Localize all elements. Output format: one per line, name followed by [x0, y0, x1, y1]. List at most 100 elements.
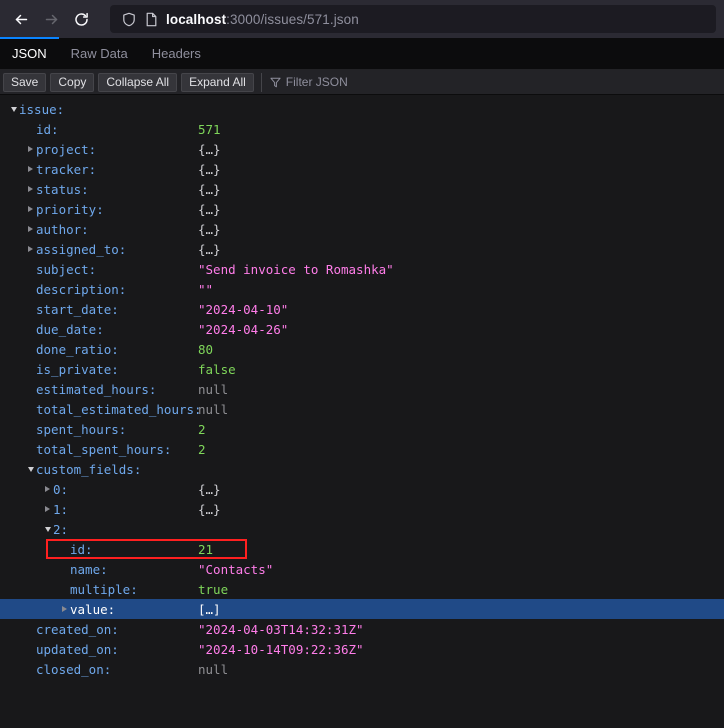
- json-row[interactable]: closed_on:null: [0, 659, 724, 679]
- json-key: start_date:: [36, 302, 119, 317]
- json-value: {…}: [198, 142, 221, 157]
- json-key: author:: [36, 222, 89, 237]
- json-toolbar: Save Copy Collapse All Expand All Filter…: [0, 70, 724, 95]
- json-row[interactable]: status:{…}: [0, 179, 724, 199]
- json-row[interactable]: created_on:"2024-04-03T14:32:31Z": [0, 619, 724, 639]
- json-row[interactable]: custom_fields:: [0, 459, 724, 479]
- json-value: "2024-04-03T14:32:31Z": [198, 622, 364, 637]
- json-key: subject:: [36, 262, 96, 277]
- json-row[interactable]: issue:: [0, 99, 724, 119]
- json-value: {…}: [198, 222, 221, 237]
- json-key: done_ratio:: [36, 342, 119, 357]
- json-row[interactable]: project:{…}: [0, 139, 724, 159]
- json-key: multiple:: [70, 582, 138, 597]
- json-key: id:: [70, 542, 93, 557]
- collapse-all-button-label: Collapse All: [106, 75, 169, 89]
- json-row[interactable]: updated_on:"2024-10-14T09:22:36Z": [0, 639, 724, 659]
- json-key: priority:: [36, 202, 104, 217]
- chevron-down-icon[interactable]: [25, 459, 36, 479]
- json-row[interactable]: value:[…]: [0, 599, 724, 619]
- tab-headers[interactable]: Headers: [140, 38, 213, 69]
- page-document-icon[interactable]: [140, 8, 162, 30]
- chevron-right-icon[interactable]: [42, 499, 53, 519]
- collapse-all-button[interactable]: Collapse All: [98, 73, 177, 92]
- json-row[interactable]: id:571: [0, 119, 724, 139]
- json-row[interactable]: description:"": [0, 279, 724, 299]
- json-row[interactable]: 0:{…}: [0, 479, 724, 499]
- chevron-right-icon[interactable]: [25, 219, 36, 239]
- json-key: due_date:: [36, 322, 104, 337]
- twisty-spacer: [25, 639, 36, 659]
- json-row[interactable]: 2:: [0, 519, 724, 539]
- filter-json-placeholder: Filter JSON: [286, 75, 348, 89]
- chevron-right-icon[interactable]: [59, 599, 70, 619]
- json-row[interactable]: id:21: [0, 539, 724, 559]
- json-key: name:: [70, 562, 108, 577]
- json-row[interactable]: start_date:"2024-04-10": [0, 299, 724, 319]
- chevron-down-icon[interactable]: [42, 519, 53, 539]
- save-button[interactable]: Save: [3, 73, 46, 92]
- tab-headers-label: Headers: [152, 46, 201, 61]
- chevron-right-icon[interactable]: [25, 159, 36, 179]
- json-row[interactable]: author: {…}: [0, 219, 724, 239]
- json-row[interactable]: total_estimated_hours:null: [0, 399, 724, 419]
- json-row[interactable]: 1:{…}: [0, 499, 724, 519]
- json-value: 2: [198, 422, 206, 437]
- json-key: description:: [36, 282, 126, 297]
- json-key: 1:: [53, 502, 68, 517]
- json-row[interactable]: spent_hours:2: [0, 419, 724, 439]
- json-row[interactable]: name: "Contacts": [0, 559, 724, 579]
- twisty-spacer: [25, 439, 36, 459]
- json-row[interactable]: multiple:true: [0, 579, 724, 599]
- json-row[interactable]: estimated_hours:null: [0, 379, 724, 399]
- twisty-spacer: [59, 579, 70, 599]
- json-value: "Contacts": [198, 562, 273, 577]
- json-viewer-tabs: JSON Raw Data Headers: [0, 38, 724, 70]
- back-button[interactable]: [6, 4, 36, 34]
- save-button-label: Save: [11, 75, 38, 89]
- expand-all-button-label: Expand All: [189, 75, 246, 89]
- expand-all-button[interactable]: Expand All: [181, 73, 254, 92]
- copy-button[interactable]: Copy: [50, 73, 94, 92]
- json-key: total_spent_hours:: [36, 442, 171, 457]
- json-row[interactable]: assigned_to:{…}: [0, 239, 724, 259]
- tab-raw-data-label: Raw Data: [71, 46, 128, 61]
- json-key: tracker:: [36, 162, 96, 177]
- twisty-spacer: [25, 279, 36, 299]
- chevron-right-icon[interactable]: [25, 139, 36, 159]
- json-key: 2:: [53, 522, 68, 537]
- tab-json[interactable]: JSON: [0, 38, 59, 69]
- forward-button[interactable]: [36, 4, 66, 34]
- json-row[interactable]: done_ratio: 80: [0, 339, 724, 359]
- shield-icon[interactable]: [118, 8, 140, 30]
- chevron-right-icon[interactable]: [25, 239, 36, 259]
- chevron-right-icon[interactable]: [42, 479, 53, 499]
- json-value: 80: [198, 342, 213, 357]
- chevron-right-icon[interactable]: [25, 179, 36, 199]
- json-row[interactable]: tracker:{…}: [0, 159, 724, 179]
- filter-json-input[interactable]: Filter JSON: [261, 73, 721, 92]
- json-tree[interactable]: issue:id:571project:{…}tracker:{…}status…: [0, 95, 724, 728]
- chevron-right-icon[interactable]: [25, 199, 36, 219]
- reload-icon: [73, 11, 90, 28]
- json-row[interactable]: is_private:false: [0, 359, 724, 379]
- twisty-spacer: [25, 339, 36, 359]
- json-row[interactable]: priority: {…}: [0, 199, 724, 219]
- json-row[interactable]: subject:"Send invoice to Romashka": [0, 259, 724, 279]
- tab-json-label: JSON: [12, 46, 47, 61]
- twisty-spacer: [25, 619, 36, 639]
- twisty-spacer: [59, 559, 70, 579]
- twisty-spacer: [25, 359, 36, 379]
- address-bar[interactable]: localhost:3000/issues/571.json: [110, 5, 716, 33]
- chevron-down-icon[interactable]: [8, 99, 19, 119]
- json-value: {…}: [198, 242, 221, 257]
- json-key: value:: [70, 602, 115, 617]
- twisty-spacer: [25, 399, 36, 419]
- json-value: {…}: [198, 202, 221, 217]
- json-row[interactable]: total_spent_hours:2: [0, 439, 724, 459]
- reload-button[interactable]: [66, 4, 96, 34]
- json-row[interactable]: due_date:"2024-04-26": [0, 319, 724, 339]
- tab-raw-data[interactable]: Raw Data: [59, 38, 140, 69]
- url-text: localhost:3000/issues/571.json: [166, 12, 359, 27]
- json-value: null: [198, 382, 228, 397]
